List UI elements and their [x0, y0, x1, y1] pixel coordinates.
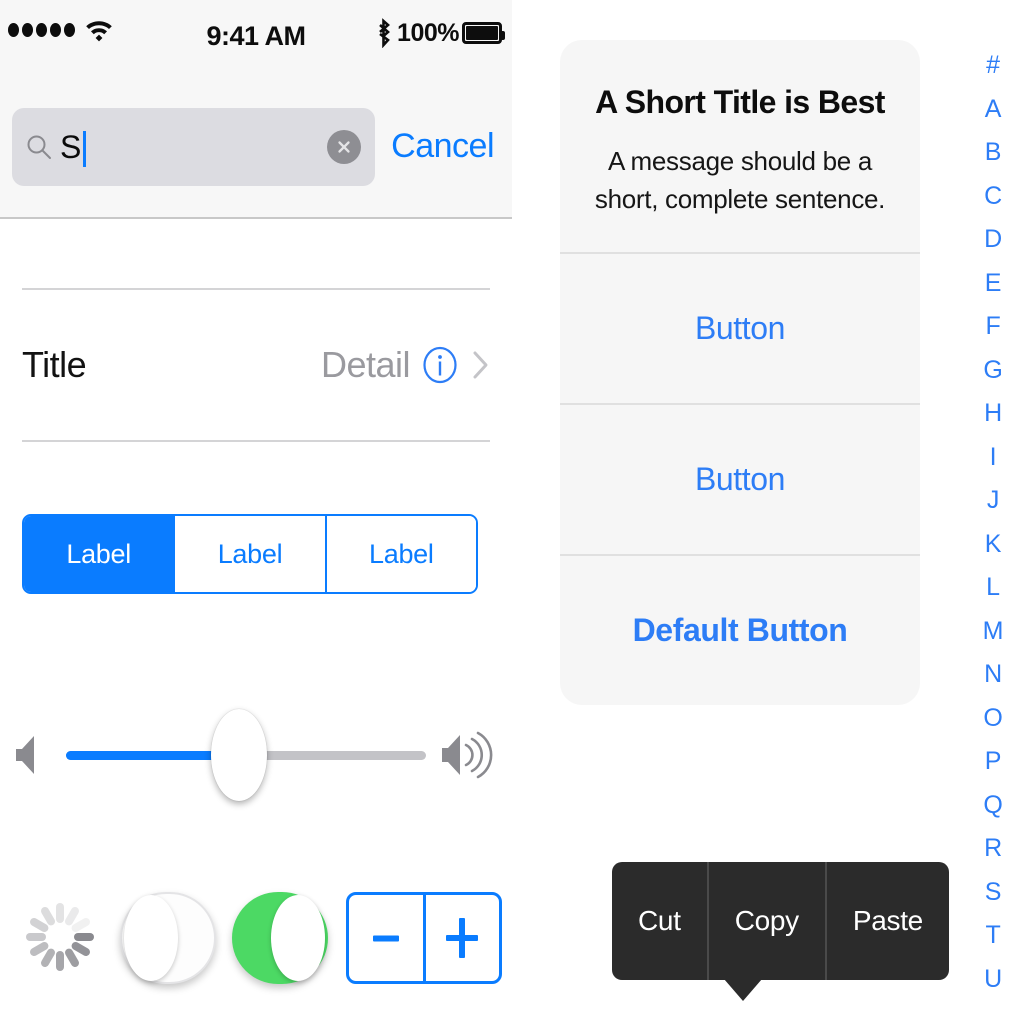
edit-menu-pointer — [724, 979, 762, 1001]
activity-indicator-icon — [26, 903, 94, 971]
index-item-13[interactable]: M — [962, 610, 1024, 654]
list-row-detail: Detail — [320, 344, 411, 385]
index-item-0[interactable]: # — [962, 44, 1024, 88]
status-bar: 9:41 AM 100% — [0, 0, 512, 76]
index-item-19[interactable]: S — [962, 871, 1024, 915]
search-cancel-button[interactable]: Cancel — [391, 127, 494, 166]
search-bar: S Cancel — [0, 76, 512, 219]
screen-root: 9:41 AM 100% S Cancel Title Detail Label… — [0, 0, 1024, 1024]
index-item-20[interactable]: T — [962, 914, 1024, 958]
stepper-control[interactable] — [346, 892, 502, 984]
plus-icon — [446, 918, 479, 958]
index-item-1[interactable]: A — [962, 88, 1024, 132]
segmented-control[interactable]: Label Label Label — [22, 514, 478, 594]
chevron-right-icon — [473, 351, 488, 379]
segment-0[interactable]: Label — [24, 516, 174, 592]
switch-on[interactable] — [232, 892, 328, 984]
index-item-14[interactable]: N — [962, 653, 1024, 697]
index-item-21[interactable]: U — [962, 958, 1024, 1002]
alert-message: A message should be a short, complete se… — [594, 146, 886, 214]
alert-button-0[interactable]: Button — [560, 252, 920, 403]
edit-menu-item-cut[interactable]: Cut — [612, 862, 707, 980]
index-item-2[interactable]: B — [962, 131, 1024, 175]
edit-menu-item-copy[interactable]: Copy — [706, 862, 825, 980]
slider-track[interactable] — [66, 709, 426, 801]
index-item-9[interactable]: I — [962, 436, 1024, 480]
segment-1[interactable]: Label — [173, 516, 325, 592]
alert-button-default[interactable]: Default Button — [560, 554, 920, 705]
index-item-5[interactable]: E — [962, 262, 1024, 306]
index-item-3[interactable]: C — [962, 175, 1024, 219]
info-circle-icon[interactable] — [421, 346, 459, 384]
index-item-11[interactable]: K — [962, 523, 1024, 567]
stepper-decrement-button[interactable] — [349, 895, 423, 981]
list-row-title-detail[interactable]: Title Detail — [0, 290, 512, 440]
search-input-value: S — [60, 128, 82, 165]
index-item-17[interactable]: Q — [962, 784, 1024, 828]
alert-title: A Short Title is Best — [595, 84, 885, 120]
index-item-10[interactable]: J — [962, 479, 1024, 523]
left-components-column: 9:41 AM 100% S Cancel Title Detail Label… — [0, 0, 512, 1024]
index-item-18[interactable]: R — [962, 827, 1024, 871]
index-item-8[interactable]: H — [962, 392, 1024, 436]
stepper-increment-button[interactable] — [422, 895, 500, 981]
edit-menu-bar: Cut Copy Paste — [612, 862, 949, 980]
controls-row — [0, 870, 512, 1010]
edit-menu-item-paste[interactable]: Paste — [824, 862, 949, 980]
slider-control[interactable] — [0, 700, 512, 810]
index-item-12[interactable]: L — [962, 566, 1024, 610]
alert-button-1[interactable]: Button — [560, 403, 920, 554]
switch-off[interactable] — [120, 892, 216, 984]
slider-thumb[interactable] — [210, 709, 267, 801]
list-row-accessories: Detail — [321, 344, 490, 386]
alert-dialog: A Short Title is Best A message should b… — [560, 40, 920, 706]
index-item-4[interactable]: D — [962, 218, 1024, 262]
battery-percent-label: 100% — [397, 18, 459, 47]
search-icon — [27, 135, 51, 159]
index-item-7[interactable]: G — [962, 349, 1024, 393]
index-item-6[interactable]: F — [962, 305, 1024, 349]
text-caret — [83, 130, 87, 167]
list-divider-bottom — [22, 440, 490, 442]
search-input[interactable]: S — [12, 107, 376, 186]
status-bar-right: 100% — [374, 18, 505, 48]
volume-min-icon — [16, 736, 34, 774]
minus-icon — [372, 935, 399, 942]
bluetooth-icon — [379, 18, 391, 48]
section-index-bar[interactable]: # A B C D E F G H I J K L M N O P Q R S … — [962, 44, 1024, 1024]
switch-knob — [124, 895, 178, 981]
clear-circle-icon[interactable] — [327, 129, 362, 164]
list-row-title: Title — [22, 344, 87, 385]
switch-knob — [271, 895, 325, 981]
close-icon — [338, 140, 350, 153]
segment-2[interactable]: Label — [324, 516, 476, 592]
index-item-15[interactable]: O — [962, 697, 1024, 741]
volume-max-icon — [442, 731, 493, 779]
alert-header: A Short Title is Best A message should b… — [560, 40, 920, 252]
battery-icon — [462, 22, 505, 44]
index-item-16[interactable]: P — [962, 740, 1024, 784]
edit-menu: Cut Copy Paste — [612, 862, 949, 1001]
